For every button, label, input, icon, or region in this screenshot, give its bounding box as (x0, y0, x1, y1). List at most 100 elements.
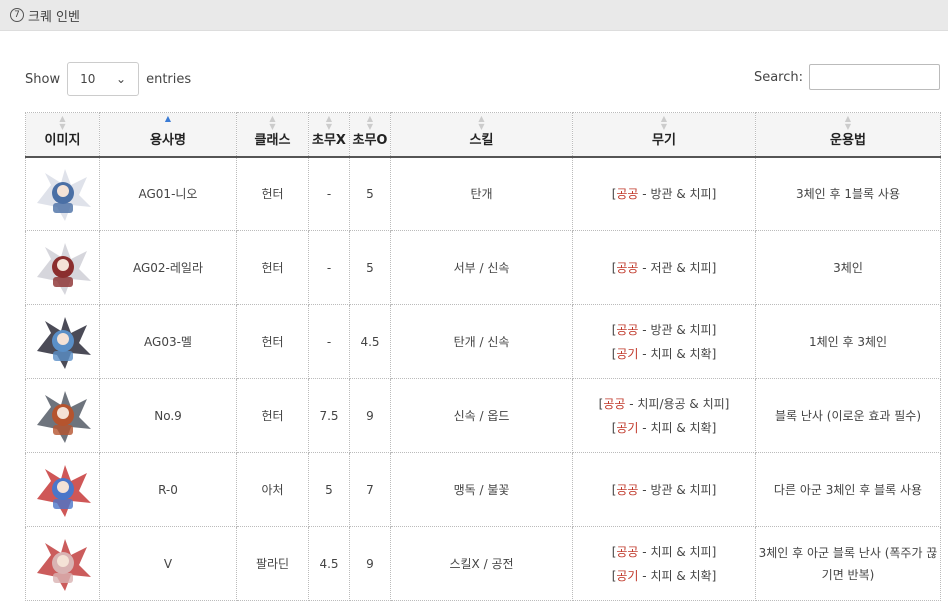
weapon-desc: - 치피/용공 & 치피] (625, 396, 730, 411)
usage-cell: 블록 난사 (이로운 효과 필수) (755, 378, 941, 453)
weapon-desc: - 치피 & 치피] (638, 544, 717, 559)
with-weapon-cell: 9 (349, 526, 391, 601)
table-row: AG02-레일라 헌터 -5 서부 / 신속 [공공 - 저관 & 치피] 3체인 (25, 230, 941, 305)
weapon-cell: [공공 - 치피 & 치피] [공기 - 치피 & 치확] (572, 526, 756, 601)
weapon-line: [공공 - 방관 & 치피] (575, 478, 753, 502)
column-header-label: 무기 (652, 133, 676, 149)
search-control: Search: (754, 64, 940, 90)
column-header-usage[interactable]: ▲ ▼ 운용법 (755, 112, 941, 158)
weapon-desc: - 치피 & 치확] (638, 420, 717, 435)
hero-avatar-icon (36, 538, 91, 591)
search-label: Search: (753, 69, 803, 85)
weapon-tag: 공기 (616, 568, 639, 583)
column-header-no-weapon[interactable]: ▲ ▼ 초무X (308, 112, 350, 158)
column-header-weapon[interactable]: ▲ ▼ 무기 (572, 112, 756, 158)
weapon-line: [공공 - 방관 & 치피] (575, 182, 753, 206)
column-header-skill[interactable]: ▲ ▼ 스킬 (390, 112, 573, 158)
page-title: 크퀘 인벤 (28, 9, 80, 25)
table-body: AG01-니오 헌터 -5 탄개 [공공 - 방관 & 치피] 3체인 후 1블록 사용 … (25, 156, 941, 601)
column-header-class[interactable]: ▲ ▼ 클래스 (236, 112, 309, 158)
sort-both-icon: ▲ ▼ (366, 114, 374, 131)
weapon-line: [공공 - 치피 & 치피] (575, 540, 753, 564)
weapon-tag: 공공 (616, 544, 639, 559)
skill-cell: 신속 / 옵드 (390, 378, 573, 453)
sort-asc-icon: ▲ (164, 114, 172, 123)
weapon-desc: - 치피 & 치확] (638, 568, 717, 583)
sort-both-icon: ▲ ▼ (478, 114, 485, 131)
hero-avatar-icon (36, 242, 91, 295)
length-control: Show 10 ⌄ entries (25, 62, 191, 96)
with-weapon-cell: 5 (349, 230, 391, 305)
no-weapon-cell: 7.5 (308, 378, 350, 453)
weapon-tag: 공공 (603, 396, 626, 411)
column-header-label: 이미지 (44, 133, 81, 149)
name-cell: No.9 (99, 378, 237, 453)
table-controls: Show 10 ⌄ entries Search: (25, 62, 940, 98)
table-row: V 팔라딘 4.5 9 스킬X / 공전 [공공 - 치피 & 치피] [공기 - 치피 &… (25, 526, 941, 601)
entries-value: 10 (80, 72, 96, 86)
image-cell (25, 378, 100, 453)
sort-both-icon: ▲ ▼ (59, 114, 66, 131)
heroes-table: ▲ ▼ 이미지 ▲ 용사명 ▲ ▼ 클래스 ▲ ▼ 초무X ▲ ▼ 초무O ▲ ▼ 스킬 ▲ ▼ 무기 ▲ ▼ 운용법 AG… (25, 112, 941, 601)
column-header-label: 스킬 (469, 133, 494, 149)
usage-cell: 3체인 후 아군 블록 난사 (폭주가 끊기면 반복) (755, 526, 941, 601)
weapon-line: [공공 - 치피/용공 & 치피] (575, 392, 753, 416)
weapon-tag: 공공 (616, 260, 639, 275)
weapon-line: [공기 - 치피 & 치확] (575, 342, 753, 366)
class-cell: 헌터 (236, 230, 309, 305)
name-cell: AG01-니오 (99, 156, 237, 231)
no-weapon-cell: - (308, 230, 350, 305)
with-weapon-cell: 4.5 (349, 304, 391, 379)
usage-cell: 3체인 후 1블록 사용 (755, 156, 941, 231)
table-row: AG01-니오 헌터 -5 탄개 [공공 - 방관 & 치피] 3체인 후 1블록 사용 (25, 156, 941, 231)
column-header-label: 초무X (312, 133, 346, 149)
weapon-desc: - 방관 & 치피] (638, 322, 717, 337)
hero-avatar-icon (36, 168, 91, 221)
with-weapon-cell: 5 (349, 156, 391, 231)
class-cell: 팔라딘 (236, 526, 309, 601)
class-cell: 아처 (236, 452, 309, 527)
usage-cell: 다른 아군 3체인 후 블록 사용 (755, 452, 941, 527)
weapon-tag: 공공 (616, 322, 639, 337)
weapon-tag: 공공 (616, 482, 639, 497)
weapon-desc: - 방관 & 치피] (638, 186, 717, 201)
weapon-desc: - 저관 & 치피] (638, 260, 717, 275)
weapon-cell: [공공 - 방관 & 치피] (572, 156, 756, 231)
no-weapon-cell: - (308, 304, 350, 379)
weapon-line: [공기 - 치피 & 치확] (575, 416, 753, 440)
no-weapon-cell: 5 (308, 452, 350, 527)
column-header-image[interactable]: ▲ ▼ 이미지 (25, 112, 100, 158)
entries-select[interactable]: 10 ⌄ (67, 62, 140, 96)
weapon-tag: 공기 (616, 346, 639, 361)
class-cell: 헌터 (236, 156, 309, 231)
sort-both-icon: ▲ ▼ (269, 114, 276, 131)
weapon-cell: [공공 - 치피/용공 & 치피] [공기 - 치피 & 치확] (572, 378, 756, 453)
weapon-tag: 공공 (616, 186, 639, 201)
name-cell: R-0 (99, 452, 237, 527)
column-header-name[interactable]: ▲ 용사명 (99, 112, 237, 158)
image-cell (25, 156, 100, 231)
sort-both-icon: ▲ ▼ (660, 114, 668, 131)
weapon-tag: 공기 (616, 420, 639, 435)
class-cell: 헌터 (236, 378, 309, 453)
skill-cell: 탄개 / 신속 (390, 304, 573, 379)
column-header-with-weapon[interactable]: ▲ ▼ 초무O (349, 112, 391, 158)
table-header-row: ▲ ▼ 이미지 ▲ 용사명 ▲ ▼ 클래스 ▲ ▼ 초무X ▲ ▼ 초무O ▲ ▼ 스킬 ▲ ▼ 무기 ▲ ▼ 운용법 (25, 112, 941, 158)
image-cell (25, 230, 100, 305)
column-header-label: 클래스 (254, 133, 291, 149)
chevron-down-icon: ⌄ (116, 72, 127, 86)
search-input[interactable] (809, 64, 940, 90)
with-weapon-cell: 7 (349, 452, 391, 527)
class-cell: 헌터 (236, 304, 309, 379)
table-row: R-0 아처 5 7 맹독 / 불꽃 [공공 - 방관 & 치피] 다른 아군 3체인 후 … (25, 452, 941, 527)
weapon-desc: - 치피 & 치확] (638, 346, 717, 361)
image-cell (25, 526, 100, 601)
skill-cell: 탄개 (390, 156, 573, 231)
weapon-cell: [공공 - 저관 & 치피] (572, 230, 756, 305)
image-cell (25, 304, 100, 379)
name-cell: AG03-멜 (99, 304, 237, 379)
hero-avatar-icon (36, 390, 91, 443)
table-row: No.9 헌터 7.5 9 신속 / 옵드 [공공 - 치피/용공 & 치피] [공기 - … (25, 378, 941, 453)
weapon-line: [공공 - 방관 & 치피] (575, 318, 753, 342)
name-cell: V (99, 526, 237, 601)
